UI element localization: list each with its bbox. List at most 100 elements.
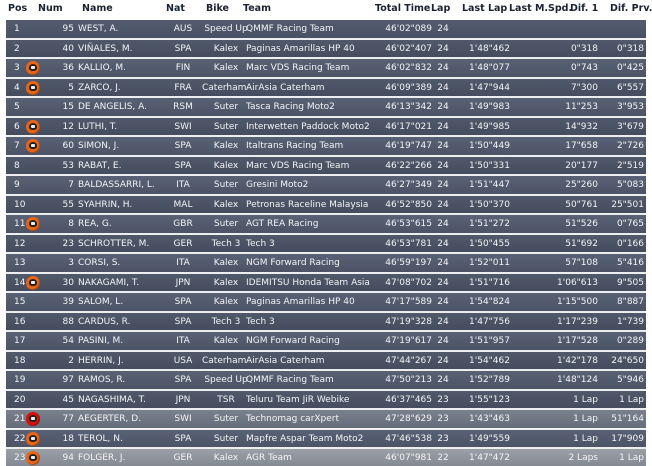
cell-name: CARDUS, R. [78,316,131,327]
cell-num: 53 [62,160,74,171]
cell-nat: JPN [175,277,191,288]
cell-lap: 24 [437,258,449,268]
cell-bike: Kalex [213,336,239,346]
cell-bike: Suter [213,180,239,190]
result-row[interactable]: 13 3 CORSI, S. ITA Kalex NGM Forward Racing 46… [4,254,648,274]
cell-bike: Suter [213,414,239,424]
result-row[interactable]: 22 18 TEROL, N. SPA Suter Mapfre Aspar Team M… [4,429,648,449]
cell-difprv: 2"726 [616,141,644,151]
result-row[interactable]: 19 97 RAMOS, R. SPA Speed Up QMMF Racing Team… [4,371,648,391]
result-row[interactable]: 9 7 BALDASSARRI, L. ITA Suter Gresini Moto2 46… [4,176,648,196]
result-row[interactable]: 15 39 SALOM, L. SPA Kalex Paginas Amarillas H… [4,293,648,313]
result-row[interactable]: 14 30 NAKAGAMI, T. JPN Kalex IDEMITSU Honda T… [4,273,648,293]
cell-total: 46'02"407 [385,43,432,54]
cell-bike: Kalex [213,258,239,268]
result-row[interactable]: 23 94 FOLGER, J. GER Kalex AGR Team 46'07"981 2… [4,449,648,466]
cell-nat: GER [173,238,193,249]
cell-dif1: 1'06"613 [557,277,598,288]
header-lap: Lap [431,3,451,14]
rider-helmet-icon [26,412,40,426]
cell-num: 54 [62,336,74,346]
cell-name: NAKAGAMI, T. [78,277,140,288]
cell-difprv: 0"166 [616,238,644,249]
cell-dif1: 57"108 [565,258,598,268]
cell-lap: 24 [437,238,449,249]
result-row[interactable]: 1 95 WEST, A. AUS Speed Up QMMF Racing Team 46… [4,20,648,40]
cell-nat: SPA [174,43,192,54]
result-row[interactable]: 4 5 ZARCO, J. FRA Caterham S AirAsia Caterham… [4,78,648,98]
cell-num: 36 [62,63,74,73]
cell-dif1: 14"932 [565,121,598,132]
result-row[interactable]: 8 53 RABAT, E. SPA Kalex Marc VDS Racing Team… [4,156,648,176]
result-row[interactable]: 12 23 SCHROTTER, M. GER Tech 3 Tech 3 46'53"78… [4,234,648,254]
cell-name: NAGASHIMA, T. [78,394,146,405]
cell-bike: Caterham S [202,355,250,366]
cell-team: IDEMITSU Honda Team Asia [246,277,370,288]
cell-dif1: 25"260 [565,180,598,190]
cell-difprv: 8"887 [616,297,644,307]
cell-pos: 18 [14,355,26,366]
result-row[interactable]: 18 2 HERRIN, J. USA Caterham S AirAsia Caterh… [4,351,648,371]
cell-bike: Caterham S [202,82,250,93]
header-bike: Bike [206,3,230,14]
cell-team: QMMF Racing Team [246,24,334,34]
cell-nat: AUS [173,24,193,34]
cell-total: 46'19"747 [385,141,432,151]
result-row[interactable]: 16 88 CARDUS, R. SPA Tech 3 Tech 3 47'19"328 24… [4,312,648,332]
result-row[interactable]: 17 54 PASINI, M. ITA Kalex NGM Forward Racing… [4,332,648,352]
cell-num: 55 [62,199,74,210]
cell-lastlap: 1'47"472 [469,453,510,463]
cell-lap: 24 [437,199,449,210]
results-table: 1 95 WEST, A. AUS Speed Up QMMF Racing Team 46… [4,20,648,466]
cell-lap: 24 [437,355,449,366]
cell-lastlap: 1'52"789 [469,375,510,385]
result-row[interactable]: 5 15 DE ANGELIS, A. RSM Suter Tasca Racing Mo… [4,98,648,118]
cell-bike: Tech 3 [211,316,241,327]
cell-difprv: 3"679 [616,121,644,132]
cell-team: Mapfre Aspar Team Moto2 [246,433,364,444]
result-row[interactable]: 11 8 REA, G. GBR Suter AGT REA Racing 46'53"61… [4,215,648,235]
cell-difprv: 25"501 [611,199,644,210]
cell-dif1: 1'15"500 [557,297,598,307]
rider-helmet-icon [26,61,40,75]
cell-lap: 24 [437,24,449,34]
cell-pos: 1 [14,24,20,34]
cell-lastlap: 1'52"011 [469,258,510,268]
cell-name: CORSI, S. [78,258,121,268]
cell-difprv: 24"650 [611,355,644,366]
cell-num: 5 [68,82,74,93]
cell-lastlap: 1'47"756 [469,316,510,327]
header-team: Team [243,3,271,14]
cell-nat: SPA [174,297,192,307]
cell-team: Paginas Amarillas HP 40 [246,297,355,307]
result-row[interactable]: 20 45 NAGASHIMA, T. JPN TSR Teluru Team JiR W… [4,390,648,410]
cell-name: RAMOS, R. [78,375,126,385]
result-row[interactable]: 7 60 SIMON, J. SPA Kalex Italtrans Racing Tea… [4,137,648,157]
cell-num: 94 [62,453,74,463]
cell-lastlap: 1'50"455 [469,238,510,249]
cell-lap: 24 [437,219,449,229]
cell-bike: Kalex [213,297,239,307]
cell-difprv: 3"953 [616,102,644,112]
rider-helmet-icon [26,217,40,231]
cell-pos: 13 [14,258,26,268]
rider-helmet-icon [26,431,40,446]
cell-nat: ITA [176,180,190,190]
result-row[interactable]: 6 12 LUTHI, T. SWI Suter Interwetten Paddock … [4,117,648,137]
cell-bike: Kalex [213,199,239,210]
result-row[interactable]: 10 55 SYAHRIN, H. MAL Kalex Petronas Raceline… [4,195,648,215]
cell-lastlap: 1'48"462 [469,43,510,54]
cell-num: 39 [62,297,74,307]
result-row[interactable]: 3 36 KALLIO, M. FIN Kalex Marc VDS Racing Tea… [4,59,648,79]
cell-bike: Kalex [213,160,239,171]
cell-pos: 17 [14,336,26,346]
cell-dif1: 51"526 [565,219,598,229]
cell-bike: Kalex [213,63,239,73]
cell-num: 8 [68,219,74,229]
cell-lap: 23 [437,433,449,444]
result-row[interactable]: 2 40 VIÑALES, M. SPA Kalex Paginas Amarillas … [4,39,648,59]
header-last-lap: Last Lap [462,3,508,14]
result-row[interactable]: 21 77 AEGERTER, D. SWI Suter Technomag carXpe… [4,410,648,430]
cell-lap: 24 [437,121,449,132]
rider-helmet-icon [26,451,40,465]
